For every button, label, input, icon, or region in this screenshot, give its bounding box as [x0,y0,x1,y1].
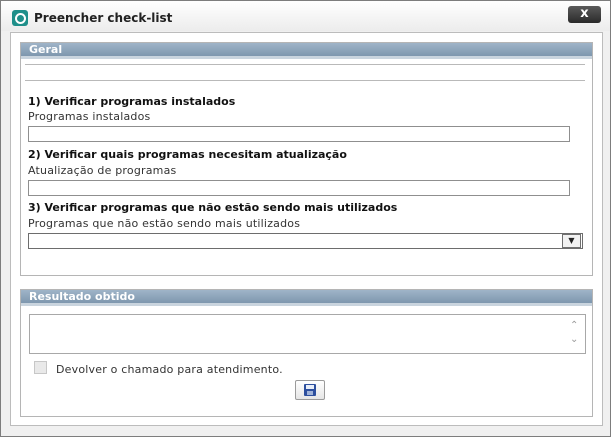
separator [25,64,585,65]
programas-nao-utilizados-select[interactable]: ▼ [28,233,583,249]
checklist-dialog: Preencher check-list x Geral 1) Verifica… [0,0,611,437]
close-icon: x [580,6,589,21]
separator [25,80,585,81]
question-3-title: 3) Verificar programas que não estão sen… [28,201,398,214]
dialog-title: Preencher check-list [34,11,173,25]
field-2-label: Atualização de programas [28,164,177,177]
programas-instalados-input[interactable] [28,126,570,142]
resultado-panel-header: Resultado obtido [21,290,592,303]
save-button[interactable] [295,380,325,400]
atualizacao-programas-input[interactable] [28,180,570,196]
field-1-label: Programas instalados [28,110,151,123]
devolver-chamado-label[interactable]: Devolver o chamado para atendimento. [56,363,283,376]
close-button[interactable]: x [568,6,601,23]
question-1-title: 1) Verificar programas instalados [28,95,236,108]
chevron-down-icon[interactable]: ▼ [562,234,581,248]
geral-panel: Geral 1) Verificar programas instalados … [20,42,593,276]
floppy-disk-icon [304,384,316,396]
resultado-textarea[interactable]: ⌃ ⌄ [29,314,586,354]
resultado-panel: Resultado obtido ⌃ ⌄ Devolver o chamado … [20,289,593,417]
geral-panel-header: Geral [21,43,592,56]
question-2-title: 2) Verificar quais programas necesitam a… [28,148,347,161]
title-bar[interactable]: Preencher check-list x [1,1,610,31]
chevron-up-icon[interactable]: ⌃ [570,321,581,331]
app-logo-icon [12,10,28,26]
devolver-chamado-checkbox[interactable] [34,361,47,374]
dialog-content: Geral 1) Verificar programas instalados … [10,32,603,426]
chevron-down-icon[interactable]: ⌄ [570,335,581,345]
field-3-label: Programas que não estão sendo mais utili… [28,217,301,230]
geral-panel-bar [21,56,592,59]
resultado-panel-bar [21,303,592,306]
